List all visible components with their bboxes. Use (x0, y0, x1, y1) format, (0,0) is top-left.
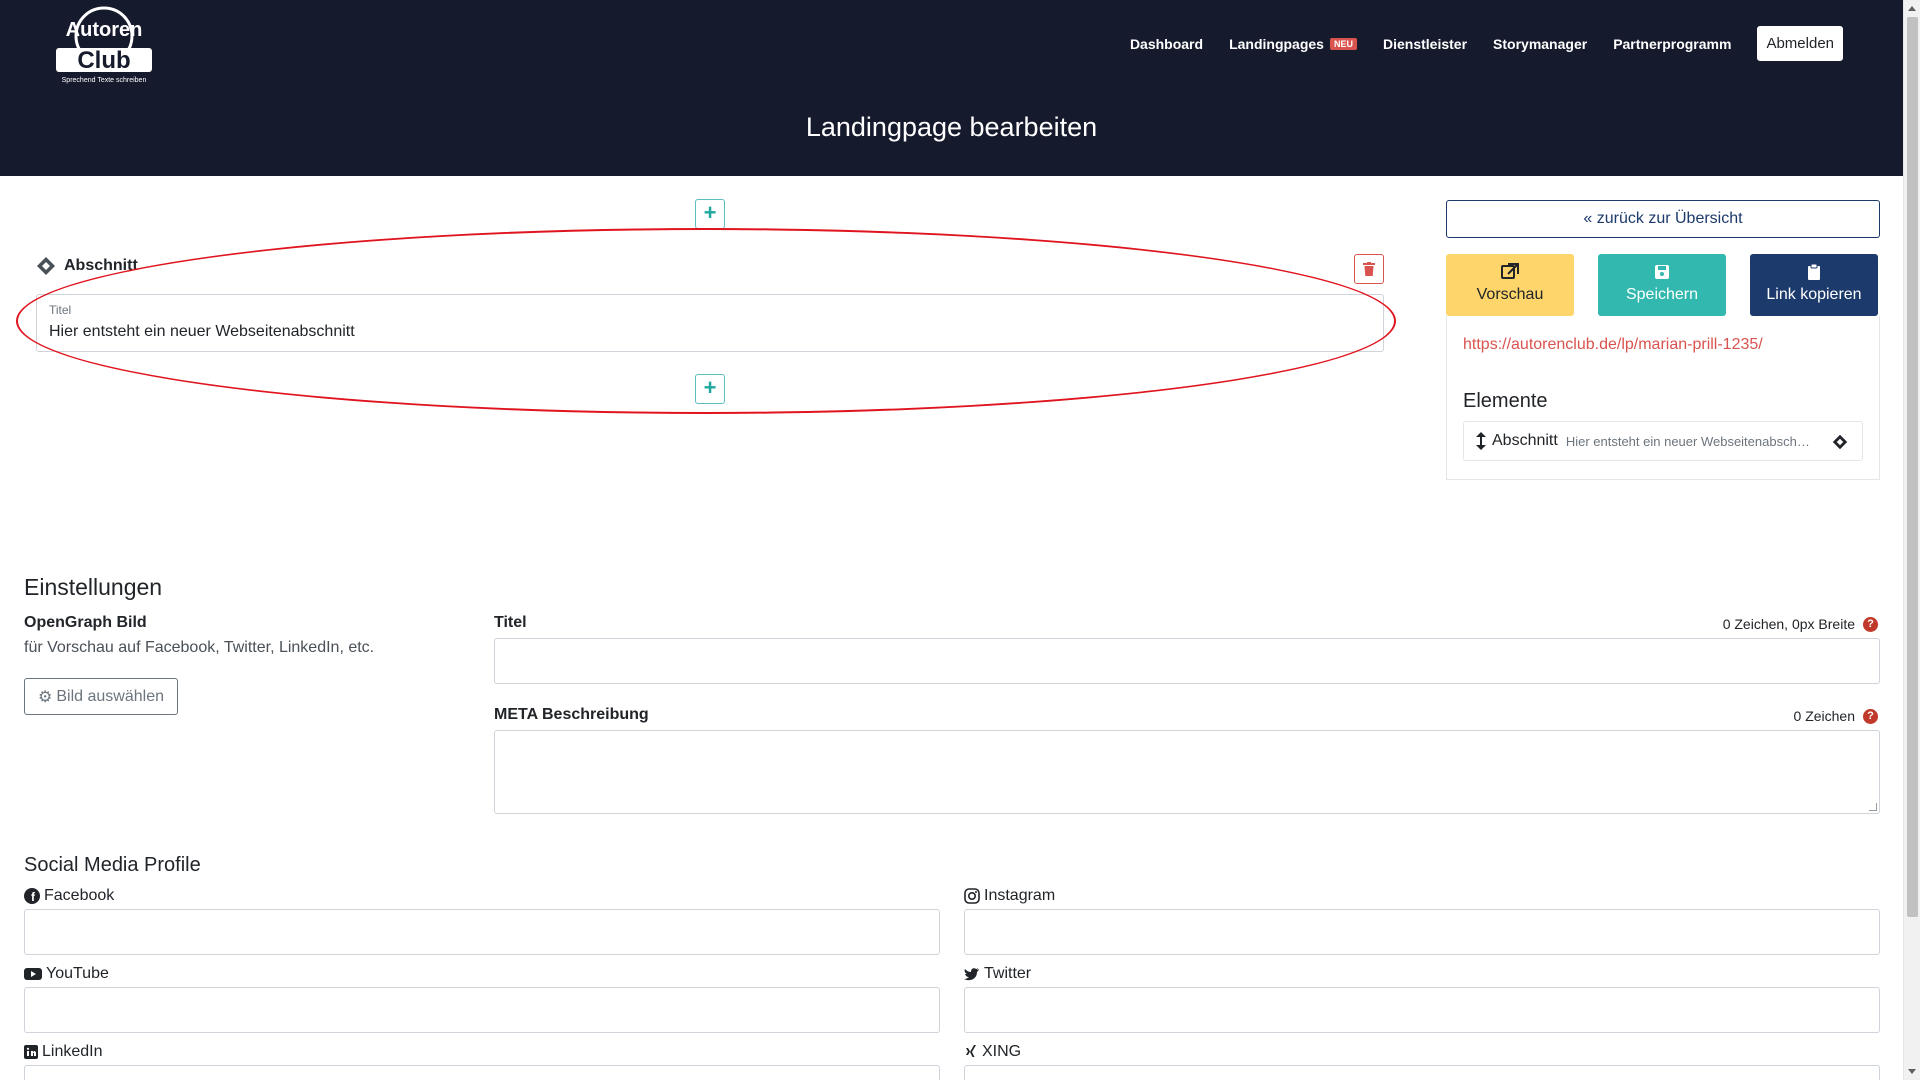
linkedin-label: LinkedIn (24, 1043, 103, 1061)
nav-landingpages-label: Landingpages (1229, 35, 1324, 52)
facebook-icon: f (24, 888, 40, 904)
logout-button[interactable]: Abmelden (1757, 26, 1843, 61)
svg-text:Club: Club (77, 47, 130, 74)
xing-label: XING (964, 1043, 1021, 1061)
delete-section-button[interactable] (1354, 254, 1384, 284)
twitter-input[interactable] (964, 987, 1880, 1033)
opengraph-description: für Vorschau auf Facebook, Twitter, Link… (24, 639, 375, 656)
scroll-down-icon[interactable] (1908, 1069, 1916, 1074)
scroll-up-icon[interactable] (1908, 6, 1916, 11)
move-vertical-icon[interactable] (1476, 432, 1486, 450)
autorenclub-logo[interactable]: Autoren Club Sprechend Texte schreiben (52, 6, 156, 86)
landingpage-url-link[interactable]: https://autorenclub.de/lp/marian-prill-1… (1463, 336, 1763, 354)
instagram-icon (964, 888, 980, 904)
save-button[interactable]: Speichern (1598, 254, 1726, 316)
element-item-label: Abschnitt (1492, 432, 1558, 449)
nav-storymanager[interactable]: Storymanager (1493, 36, 1587, 52)
facebook-label: f Facebook (24, 887, 114, 905)
meta-title-input[interactable] (494, 638, 1880, 684)
resize-grip-icon[interactable] (1869, 803, 1877, 811)
gear-icon: ⚙ (38, 688, 53, 706)
twitter-icon (964, 968, 979, 981)
social-media-heading: Social Media Profile (24, 854, 201, 876)
preview-button[interactable]: Vorschau (1446, 254, 1574, 316)
meta-description-label: META Beschreibung (494, 706, 649, 723)
new-badge: NEU (1329, 37, 1357, 50)
linkedin-label-text: LinkedIn (42, 1043, 103, 1060)
copy-link-label: Link kopieren (1766, 286, 1862, 303)
youtube-icon (24, 968, 42, 980)
svg-text:Sprechend Texte schreiben: Sprechend Texte schreiben (62, 77, 147, 84)
section-title-value: Hier entsteht ein neuer Webseitenabschni… (49, 323, 355, 340)
add-section-top-button[interactable]: + (695, 199, 725, 229)
floppy-icon (1655, 265, 1669, 279)
element-item-desc: Hier entsteht ein neuer Webseitenabschni… (1565, 433, 1812, 449)
nav-partnerprogramm[interactable]: Partnerprogramm (1613, 36, 1731, 52)
drag-diamond-icon[interactable] (36, 256, 56, 276)
preview-label: Vorschau (1476, 286, 1544, 303)
select-image-label: Bild auswählen (56, 687, 164, 705)
back-to-overview-button[interactable]: « zurück zur Übersicht (1446, 200, 1880, 238)
youtube-label: YouTube (24, 965, 109, 983)
meta-description-textarea[interactable] (494, 730, 1880, 814)
meta-description-counter-text: 0 Zeichen (1793, 708, 1855, 724)
section-label: Abschnitt (64, 257, 138, 274)
twitter-label: Twitter (964, 965, 1031, 983)
trash-icon (1363, 262, 1375, 276)
facebook-input[interactable] (24, 909, 940, 955)
element-diamond-icon[interactable] (1832, 434, 1848, 450)
help-icon[interactable]: ? (1863, 708, 1878, 724)
add-section-bottom-button[interactable]: + (695, 374, 725, 404)
section-title-field[interactable]: Titel Hier entsteht ein neuer Webseitena… (36, 294, 1384, 352)
help-icon[interactable]: ? (1863, 616, 1878, 632)
element-list-item[interactable]: Abschnitt Hier entsteht ein neuer Websei… (1463, 421, 1863, 461)
meta-description-counter: 0 Zeichen ? (1794, 708, 1878, 724)
scroll-thumb[interactable] (1907, 17, 1918, 917)
section-block: Abschnitt Titel Hier entsteht ein neuer … (28, 252, 1384, 352)
instagram-label: Instagram (964, 887, 1055, 905)
youtube-input[interactable] (24, 987, 940, 1033)
linkedin-input[interactable] (24, 1065, 940, 1080)
meta-title-counter-text: 0 Zeichen, 0px Breite (1722, 616, 1855, 632)
xing-icon (966, 1045, 976, 1057)
meta-title-counter: 0 Zeichen, 0px Breite ? (1723, 616, 1878, 632)
youtube-label-text: YouTube (46, 965, 109, 982)
nav-landingpages[interactable]: Landingpages NEU (1229, 36, 1357, 52)
nav-dienstleister[interactable]: Dienstleister (1383, 36, 1467, 52)
main-nav: Dashboard Landingpages NEU Dienstleister … (1104, 26, 1843, 61)
linkedin-icon (24, 1045, 38, 1059)
select-image-button[interactable]: ⚙ Bild auswählen (24, 678, 178, 715)
page-title: Landingpage bearbeiten (805, 112, 1098, 142)
site-header: Autoren Club Sprechend Texte schreiben D… (0, 0, 1903, 176)
xing-label-text: XING (982, 1043, 1022, 1060)
settings-heading: Einstellungen (24, 574, 163, 600)
copy-link-button[interactable]: Link kopieren (1750, 254, 1878, 316)
opengraph-label: OpenGraph Bild (24, 614, 147, 631)
xing-input[interactable] (964, 1065, 1880, 1080)
elements-heading: Elemente (1463, 390, 1548, 412)
twitter-label-text: Twitter (984, 965, 1032, 982)
svg-text:Autoren: Autoren (66, 19, 143, 41)
save-label: Speichern (1625, 286, 1699, 303)
page-scrollbar[interactable] (1903, 0, 1920, 1080)
clipboard-icon (1808, 263, 1820, 280)
section-title-label: Titel (49, 303, 72, 317)
elements-panel: https://autorenclub.de/lp/marian-prill-1… (1446, 316, 1880, 480)
nav-dashboard[interactable]: Dashboard (1130, 36, 1203, 52)
instagram-label-text: Instagram (984, 887, 1056, 904)
facebook-label-text: Facebook (44, 887, 115, 904)
section-header: Abschnitt (36, 256, 138, 276)
external-link-icon (1501, 263, 1519, 279)
instagram-input[interactable] (964, 909, 1880, 955)
meta-title-label: Titel (494, 614, 527, 631)
